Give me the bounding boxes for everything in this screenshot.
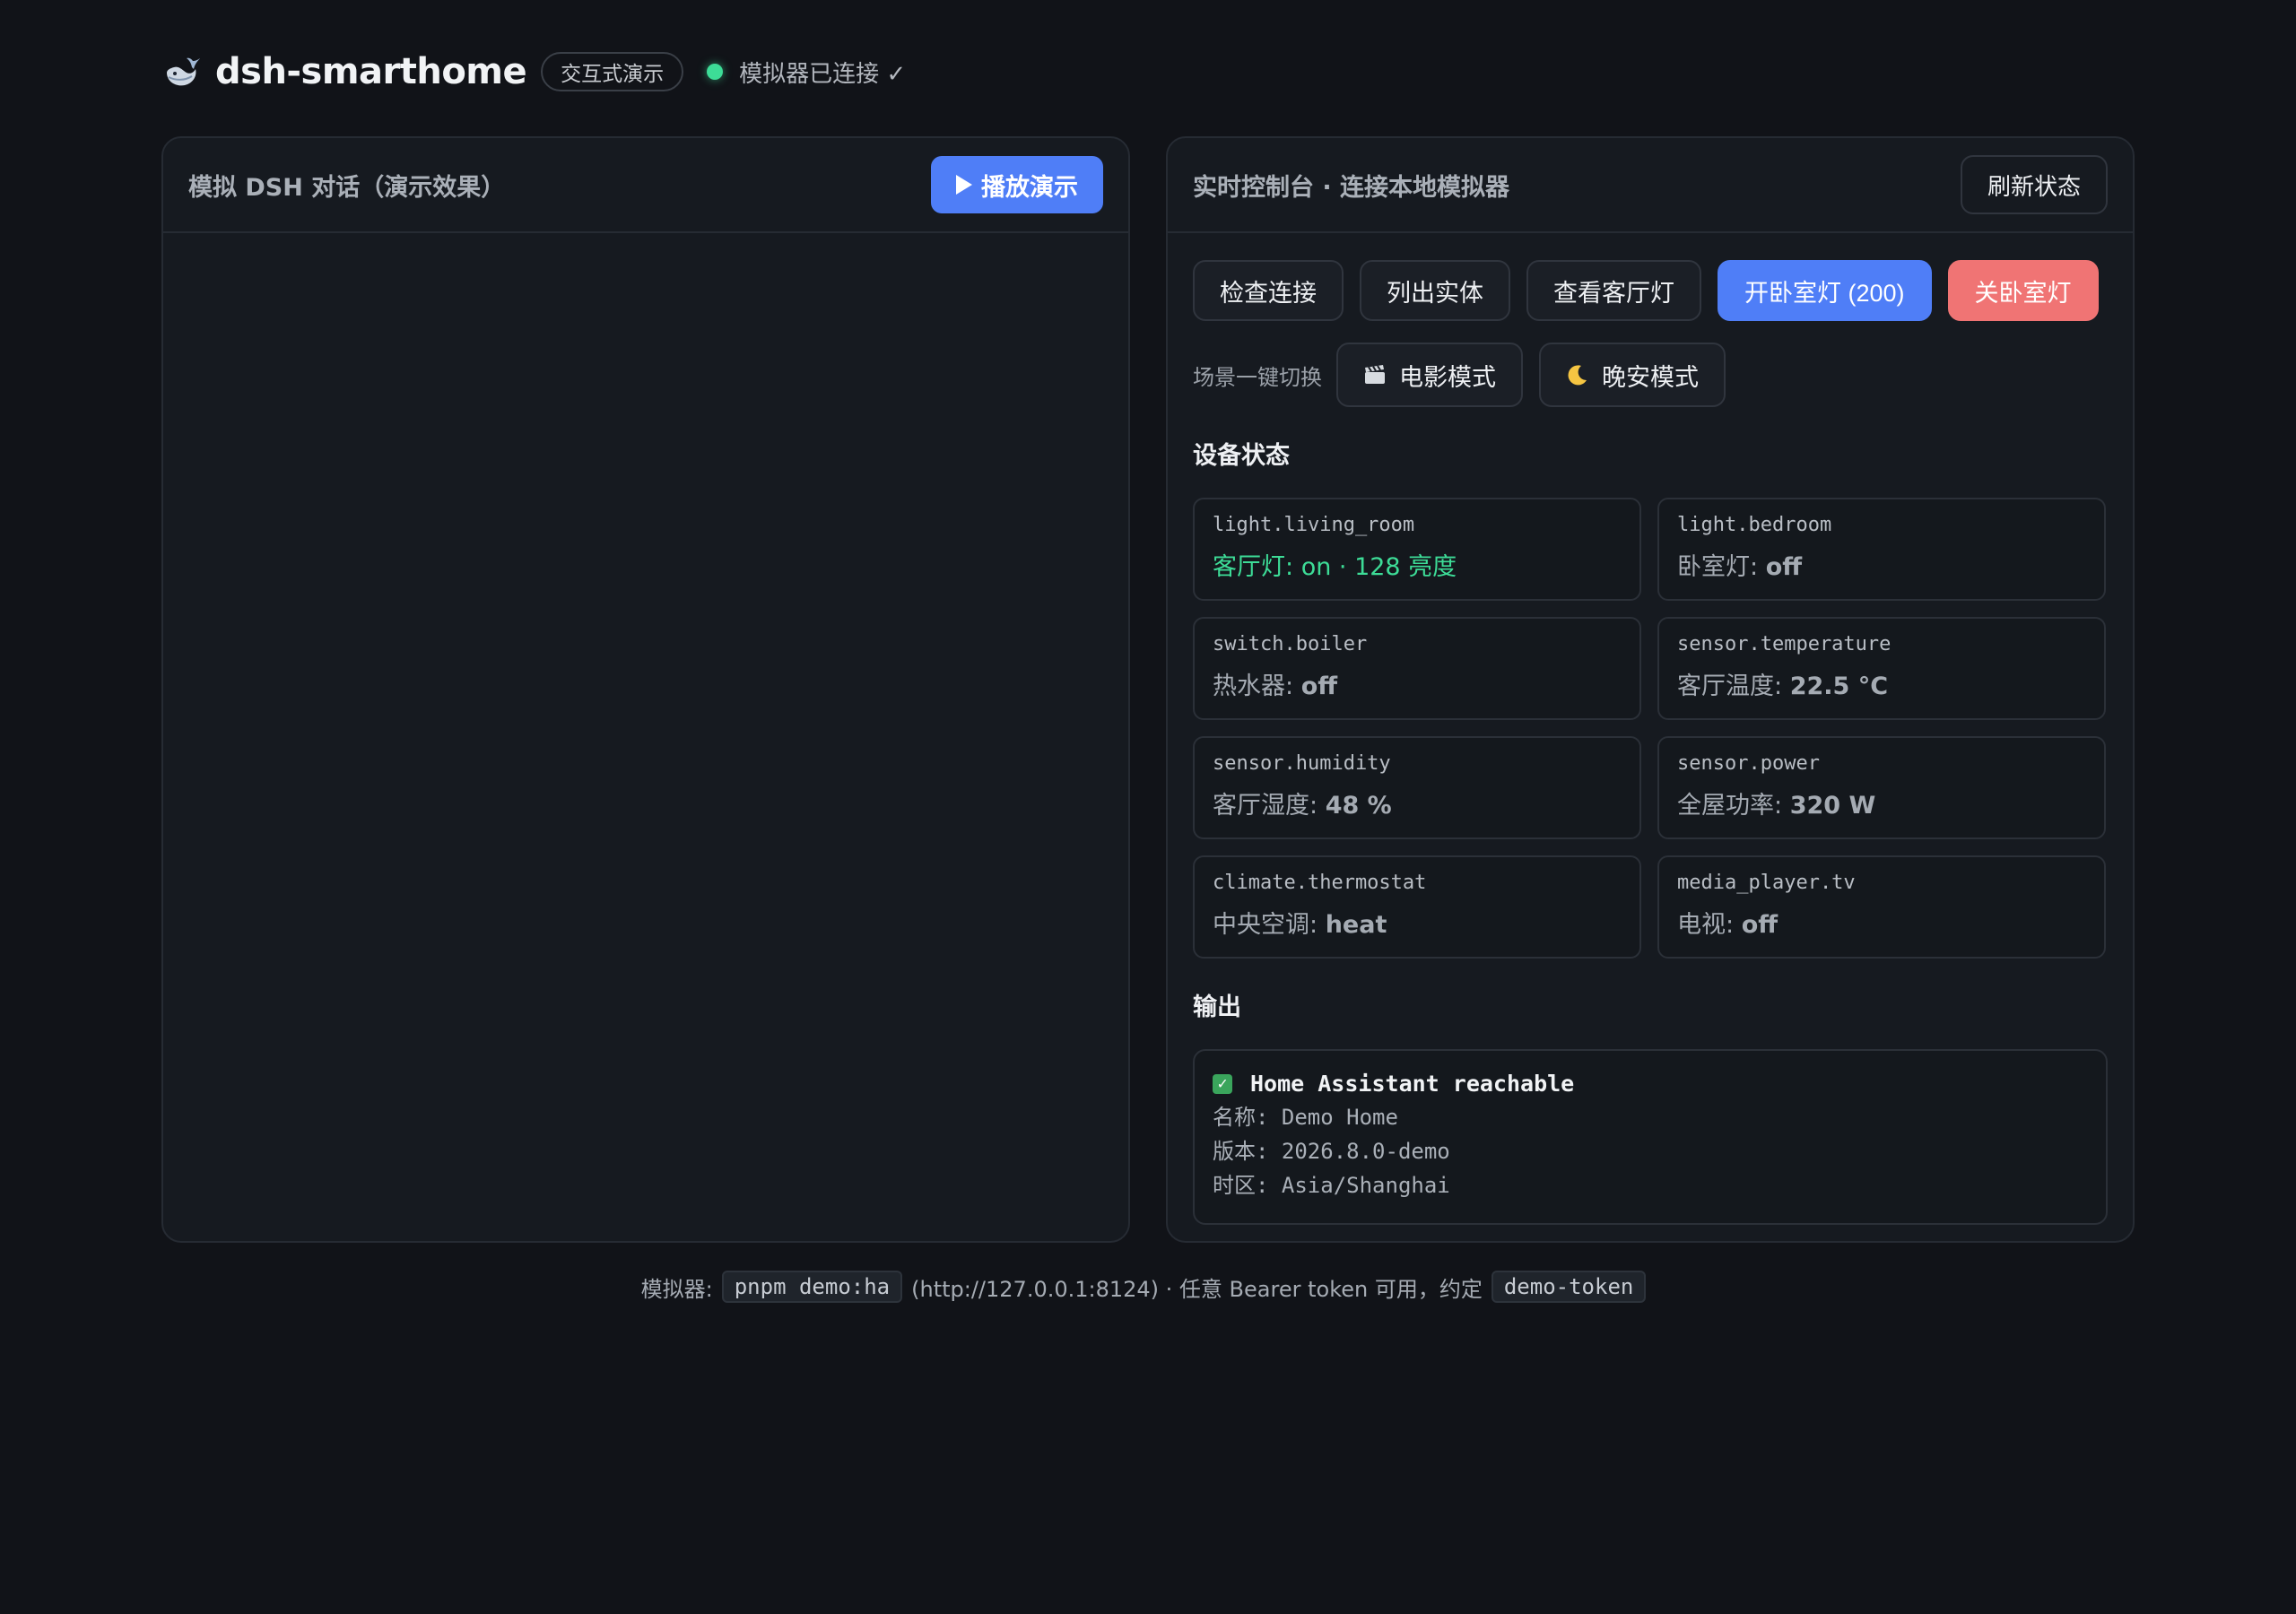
device-card: switch.boiler 热水器: off (1193, 617, 1641, 720)
bedroom-light-off-button[interactable]: 关卧室灯 (1947, 260, 2099, 321)
play-demo-button[interactable]: 播放演示 (931, 156, 1103, 213)
movie-mode-label: 电影模式 (1399, 363, 1496, 391)
device-name: 中央空调: (1213, 911, 1326, 939)
play-icon (956, 175, 972, 195)
device-name: 卧室灯: (1677, 553, 1766, 581)
device-name: 客厅温度: (1677, 672, 1790, 700)
output-headline-row: ✓ Home Assistant reachable (1213, 1071, 2088, 1097)
device-status-heading: 设备状态 (1193, 442, 1290, 470)
device-card: media_player.tv 电视: off (1657, 855, 2106, 959)
device-name: 客厅灯: (1213, 553, 1301, 581)
output-headline: Home Assistant reachable (1250, 1071, 1575, 1097)
movie-mode-button[interactable]: 电影模式 (1336, 343, 1523, 407)
output-line: 名称: Demo Home (1213, 1105, 1398, 1130)
device-entity-id: switch.boiler (1213, 633, 1368, 655)
device-card: sensor.temperature 客厅温度: 22.5 °C (1657, 617, 2106, 720)
device-value: off (1741, 911, 1779, 939)
device-value: 48 % (1325, 792, 1392, 820)
device-value: 22.5 °C (1789, 672, 1889, 700)
device-entity-id: sensor.temperature (1677, 633, 1892, 655)
view-living-light-button[interactable]: 查看客厅灯 (1526, 260, 1701, 321)
mode-badge: 交互式演示 (541, 52, 684, 91)
device-name: 客厅湿度: (1213, 792, 1326, 820)
app-header: dsh-smarthome 交互式演示 模拟器已连接 ✓ (161, 47, 906, 97)
whale-icon (161, 51, 203, 92)
device-state: 客厅湿度: 48 % (1213, 785, 1622, 820)
device-state: 全屋功率: 320 W (1677, 785, 2086, 820)
app-title: dsh-smarthome (215, 51, 527, 92)
device-entity-id: light.bedroom (1677, 514, 1832, 536)
device-state: 客厅灯: on · 128 亮度 (1213, 547, 1622, 582)
list-entities-button[interactable]: 列出实体 (1360, 260, 1510, 321)
device-state: 中央空调: heat (1213, 905, 1622, 940)
output-box: ✓ Home Assistant reachable 名称: Demo Home… (1193, 1049, 2108, 1225)
device-state: 客厅温度: 22.5 °C (1677, 666, 2086, 701)
device-entity-id: light.living_room (1213, 514, 1415, 536)
output-line: 版本: 2026.8.0-demo (1213, 1139, 1450, 1164)
check-mark-icon: ✓ (1213, 1073, 1232, 1094)
device-name: 热水器: (1213, 672, 1301, 700)
device-entity-id: sensor.power (1677, 752, 1820, 775)
device-grid: light.living_room 客厅灯: on · 128 亮度 light… (1193, 498, 2108, 959)
footer-prefix: 模拟器: (640, 1276, 713, 1302)
footer-note: 模拟器: pnpm demo:ha (http://127.0.0.1:8124… (0, 1271, 2296, 1303)
console-body: 检查连接 列出实体 查看客厅灯 开卧室灯 (200) 关卧室灯 场景一键切换 电… (1168, 233, 2133, 1252)
connection-status-text: 模拟器已连接 ✓ (739, 60, 907, 88)
device-value: on · 128 亮度 (1300, 553, 1457, 581)
dialog-panel-header: 模拟 DSH 对话（演示效果） 播放演示 (163, 138, 1128, 233)
device-state: 卧室灯: off (1677, 547, 2086, 582)
device-state: 电视: off (1677, 905, 2086, 940)
console-panel-title: 实时控制台 · 连接本地模拟器 (1193, 173, 1510, 202)
footer-token: demo-token (1491, 1271, 1647, 1303)
device-value: off (1300, 672, 1338, 700)
device-card: light.living_room 客厅灯: on · 128 亮度 (1193, 498, 1641, 601)
device-entity-id: sensor.humidity (1213, 752, 1391, 775)
output-line: 时区: Asia/Shanghai (1213, 1173, 1450, 1198)
scene-switcher: 场景一键切换 电影模式 晚安模式 (1193, 343, 2108, 407)
footer-middle: (http://127.0.0.1:8124) · 任意 Bearer toke… (911, 1276, 1483, 1302)
console-panel-header: 实时控制台 · 连接本地模拟器 刷新状态 (1168, 138, 2133, 233)
connection-status-dot (707, 64, 724, 80)
play-demo-label: 播放演示 (981, 173, 1078, 201)
device-name: 电视: (1677, 911, 1742, 939)
footer-command: pnpm demo:ha (721, 1271, 903, 1303)
output-heading: 输出 (1193, 994, 1241, 1021)
check-connection-button[interactable]: 检查连接 (1193, 260, 1344, 321)
crescent-moon-icon (1566, 363, 1589, 386)
device-value: off (1765, 553, 1803, 581)
device-value: 320 W (1789, 792, 1876, 820)
night-mode-button[interactable]: 晚安模式 (1539, 343, 1726, 407)
dialog-panel-title: 模拟 DSH 对话（演示效果） (188, 173, 506, 202)
device-card: light.bedroom 卧室灯: off (1657, 498, 2106, 601)
device-card: climate.thermostat 中央空调: heat (1193, 855, 1641, 959)
console-panel: 实时控制台 · 连接本地模拟器 刷新状态 检查连接 列出实体 查看客厅灯 开卧室… (1166, 136, 2135, 1243)
device-card: sensor.humidity 客厅湿度: 48 % (1193, 736, 1641, 839)
bedroom-light-on-button[interactable]: 开卧室灯 (200) (1718, 260, 1932, 321)
device-value: heat (1325, 911, 1387, 939)
dialog-demo-panel: 模拟 DSH 对话（演示效果） 播放演示 (161, 136, 1130, 1243)
device-name: 全屋功率: (1677, 792, 1790, 820)
device-entity-id: media_player.tv (1677, 872, 1856, 894)
device-card: sensor.power 全屋功率: 320 W (1657, 736, 2106, 839)
scene-label: 场景一键切换 (1193, 364, 1322, 390)
refresh-status-button[interactable]: 刷新状态 (1960, 155, 2108, 214)
device-entity-id: climate.thermostat (1213, 872, 1427, 894)
device-state: 热水器: off (1213, 666, 1622, 701)
clapperboard-icon (1363, 364, 1387, 386)
action-buttons: 检查连接 列出实体 查看客厅灯 开卧室灯 (200) 关卧室灯 (1193, 260, 2108, 321)
night-mode-label: 晚安模式 (1602, 363, 1699, 391)
